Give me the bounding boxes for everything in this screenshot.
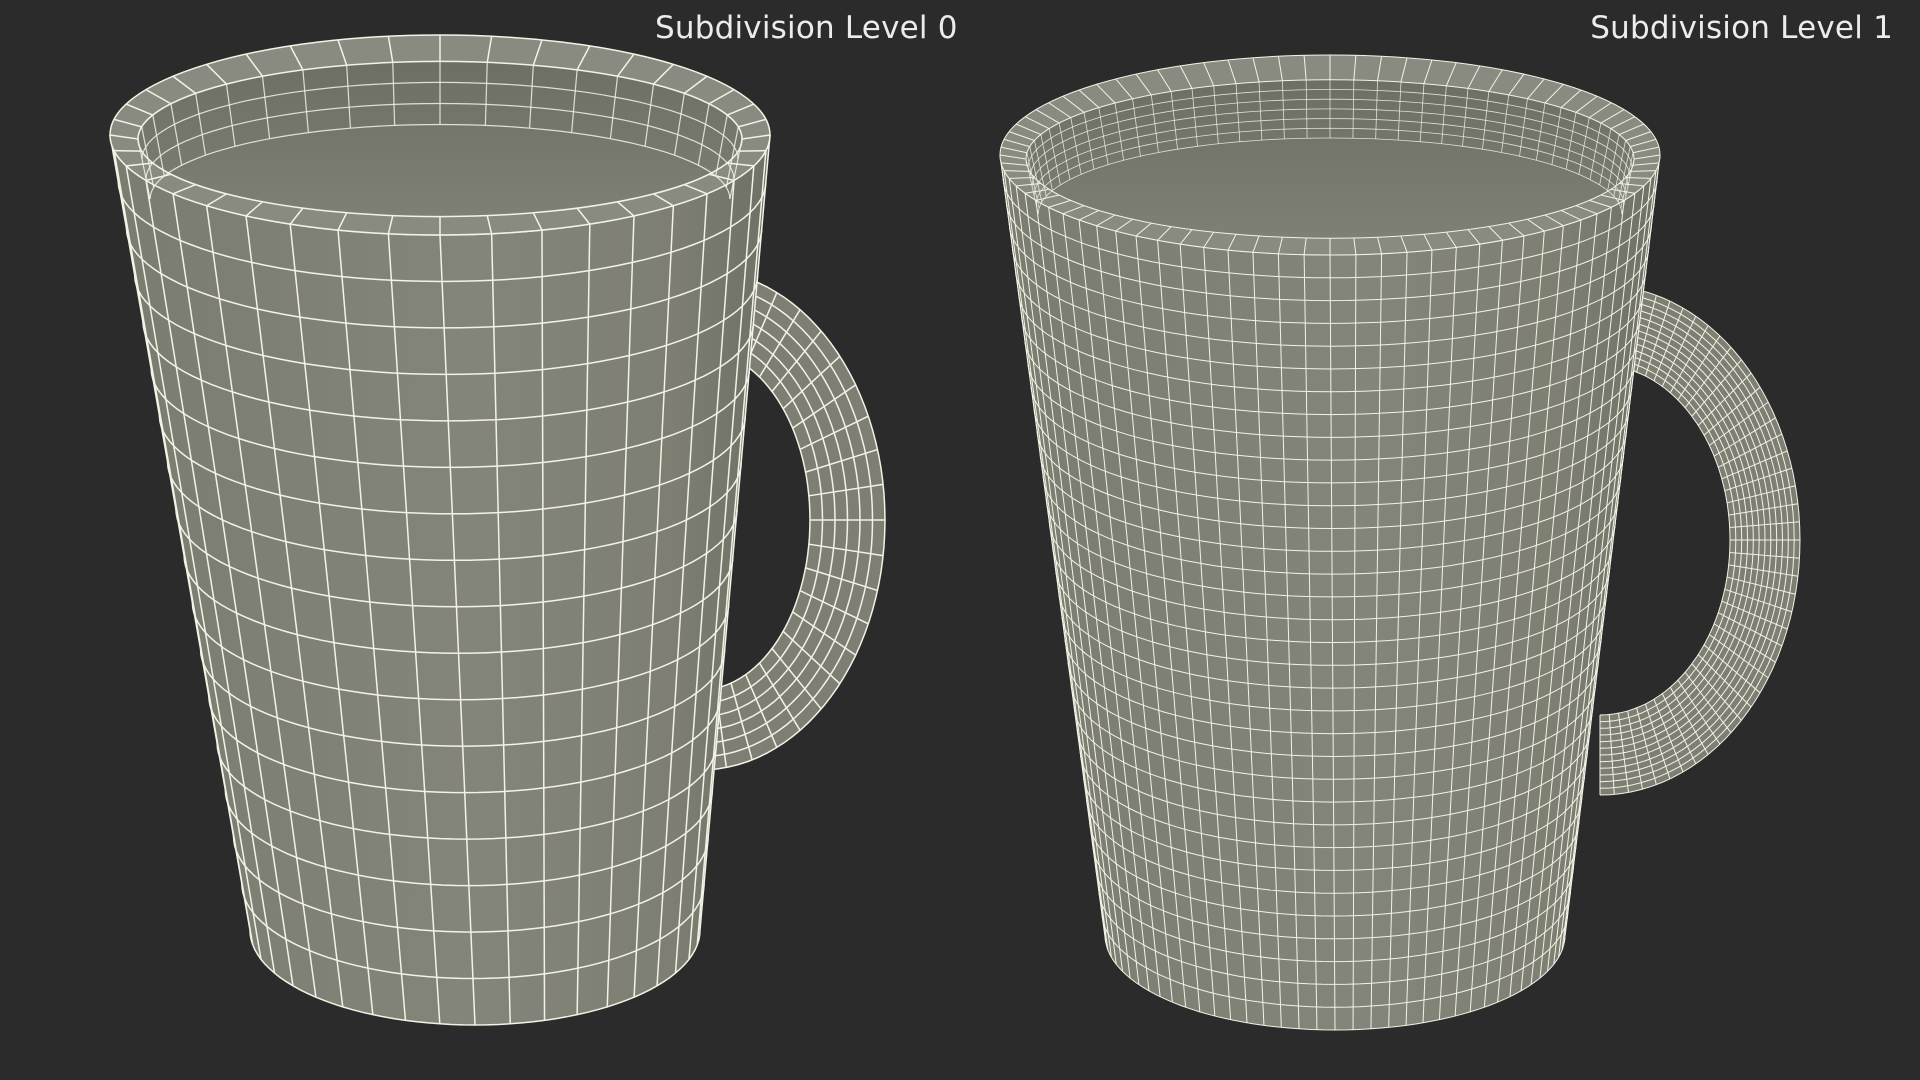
mug-render-level-1 (999, 54, 1801, 1031)
mug-rim-l0 (109, 34, 771, 236)
mug-rim-l1 (999, 54, 1661, 256)
mug-body-l1 (999, 154, 1661, 1031)
render-canvas: Subdivision Level 0 Subdivision Level 1 (0, 0, 1920, 1080)
mug-body-l0 (109, 134, 771, 1026)
mug-render-level-0 (109, 34, 886, 1026)
